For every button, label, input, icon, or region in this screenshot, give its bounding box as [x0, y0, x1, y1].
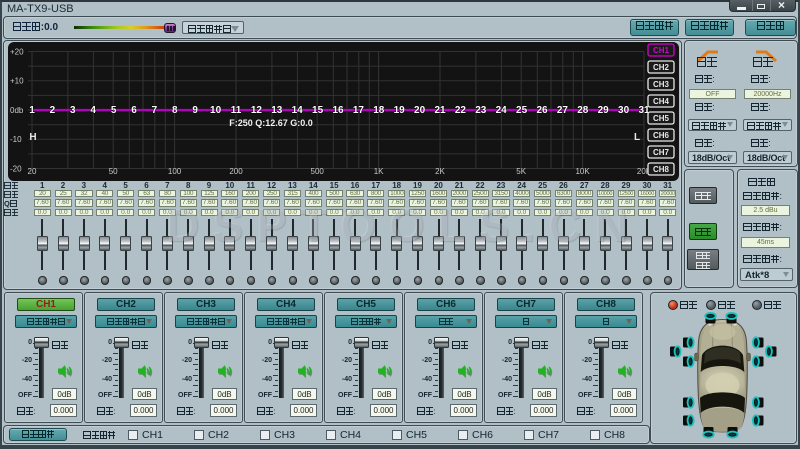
svg-text:2: 2: [50, 105, 56, 116]
svg-text:2K: 2K: [435, 167, 445, 176]
svg-text:500: 500: [311, 167, 325, 176]
svg-text:+20: +20: [10, 47, 24, 56]
svg-text:28: 28: [577, 105, 589, 116]
svg-text:6: 6: [131, 105, 137, 116]
svg-text:3: 3: [70, 105, 76, 116]
svg-text:200: 200: [229, 167, 243, 176]
svg-text:29: 29: [598, 105, 610, 116]
svg-text:CH1: CH1: [653, 46, 670, 55]
svg-text:27: 27: [557, 105, 569, 116]
svg-text:24: 24: [496, 105, 508, 116]
svg-text:50: 50: [109, 167, 118, 176]
svg-text:17: 17: [353, 105, 365, 116]
svg-text:10: 10: [210, 105, 222, 116]
svg-text:5K: 5K: [516, 167, 526, 176]
svg-text:L: L: [634, 132, 640, 143]
svg-text:26: 26: [536, 105, 548, 116]
svg-text:100: 100: [168, 167, 182, 176]
svg-text:21: 21: [434, 105, 446, 116]
svg-text:23: 23: [475, 105, 487, 116]
svg-text:5: 5: [111, 105, 117, 116]
svg-text:CH8: CH8: [653, 165, 670, 174]
svg-text:16: 16: [332, 105, 344, 116]
svg-text:-20: -20: [10, 164, 22, 173]
svg-text:20: 20: [28, 167, 37, 176]
svg-text:1K: 1K: [374, 167, 384, 176]
svg-text:8: 8: [172, 105, 178, 116]
svg-text:22: 22: [455, 105, 467, 116]
svg-text:0db: 0db: [10, 106, 24, 115]
svg-text:CH2: CH2: [653, 63, 670, 72]
svg-text:CH4: CH4: [653, 97, 670, 106]
svg-text:CH7: CH7: [653, 148, 670, 157]
svg-text:CH3: CH3: [653, 80, 670, 89]
svg-text:CH5: CH5: [653, 114, 670, 123]
svg-text:9: 9: [192, 105, 198, 116]
svg-text:20: 20: [414, 105, 426, 116]
svg-text:4: 4: [90, 105, 96, 116]
svg-text:H: H: [29, 132, 36, 143]
svg-text:30: 30: [618, 105, 630, 116]
svg-text:11: 11: [231, 105, 242, 116]
svg-text:10K: 10K: [575, 167, 590, 176]
svg-text:7: 7: [152, 105, 158, 116]
svg-text:12: 12: [251, 105, 263, 116]
svg-text:CH6: CH6: [653, 131, 670, 140]
svg-text:25: 25: [516, 105, 528, 116]
svg-text:1: 1: [29, 105, 35, 116]
svg-text:15: 15: [312, 105, 324, 116]
svg-text:F:250 Q:12.67 G:0.0: F:250 Q:12.67 G:0.0: [229, 118, 313, 128]
svg-text:13: 13: [271, 105, 283, 116]
svg-text:+10: +10: [10, 77, 24, 86]
svg-text:14: 14: [292, 105, 304, 116]
svg-text:19: 19: [394, 105, 406, 116]
svg-text:-10: -10: [10, 135, 22, 144]
svg-text:18: 18: [373, 105, 385, 116]
